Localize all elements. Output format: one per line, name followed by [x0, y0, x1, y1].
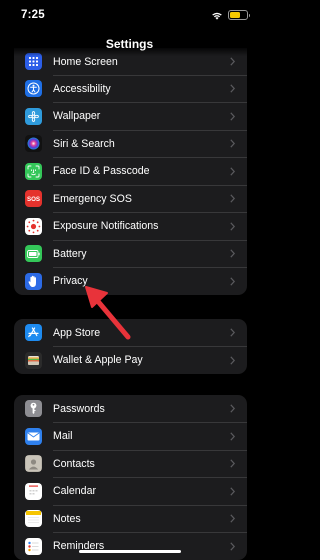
battery-status-icon: [228, 10, 250, 20]
settings-row-exposure-notifications[interactable]: Exposure Notifications: [14, 213, 247, 241]
chevron-right-icon: [230, 194, 235, 203]
settings-row-label: Passwords: [53, 402, 105, 415]
settings-row-notes[interactable]: Notes: [14, 505, 247, 533]
wifi-icon: [211, 11, 223, 20]
settings-group-general: Home Screen Accessibility Wallpaper Siri…: [14, 48, 247, 295]
chevron-right-icon: [230, 166, 235, 176]
battery-level-fill: [230, 12, 240, 18]
chevron-right-icon: [230, 84, 235, 93]
contacts-icon: [25, 455, 42, 473]
settings-row-battery[interactable]: Battery: [14, 240, 247, 268]
settings-row-mail[interactable]: Mail: [14, 423, 247, 451]
chevron-right-icon: [230, 486, 235, 496]
settings-group-apps: Passwords Mail Contacts Calendar Notes R…: [14, 395, 247, 560]
settings-row-label: Wallpaper: [53, 110, 101, 123]
notes-icon: [25, 510, 42, 528]
status-time: 7:25: [21, 9, 45, 21]
reminders-icon: [25, 537, 42, 555]
chevron-right-icon: [230, 57, 235, 66]
settings-row-wallet[interactable]: Wallet & Apple Pay: [14, 347, 247, 375]
app-store-icon: [25, 324, 42, 342]
chevron-right-icon: [230, 541, 235, 551]
page-title: Settings: [105, 37, 154, 51]
chevron-right-icon: [230, 111, 235, 121]
chevron-right-icon: [230, 431, 235, 441]
status-icons: [211, 10, 250, 20]
settings-row-wallpaper[interactable]: Wallpaper: [14, 103, 247, 131]
chevron-right-icon: [230, 139, 235, 148]
settings-row-label: Emergency SOS: [53, 192, 132, 205]
svg-text:SOS: SOS: [27, 196, 40, 203]
settings-row-accessibility[interactable]: Accessibility: [14, 75, 247, 103]
settings-row-label: Home Screen: [53, 55, 118, 68]
status-bar: 7:25: [0, 0, 259, 30]
chevron-right-icon: [230, 459, 235, 468]
settings-row-label: Contacts: [53, 457, 95, 470]
settings-row-label: Wallet & Apple Pay: [53, 354, 143, 367]
settings-row-label: Notes: [53, 512, 81, 525]
wallet-icon: [25, 351, 42, 369]
settings-row-face-id[interactable]: Face ID & Passcode: [14, 158, 247, 186]
exposure-icon: [25, 217, 42, 235]
chevron-right-icon: [230, 221, 235, 231]
mail-icon: [25, 427, 42, 445]
settings-row-label: Exposure Notifications: [53, 220, 159, 233]
settings-row-reminders[interactable]: Reminders: [14, 533, 247, 560]
settings-row-siri-search[interactable]: Siri & Search: [14, 130, 247, 158]
privacy-hand-icon: [25, 272, 42, 290]
calendar-icon: [25, 482, 42, 500]
wallpaper-icon: [25, 107, 42, 125]
chevron-right-icon: [230, 249, 235, 258]
face-id-icon: [25, 162, 42, 180]
settings-row-label: Calendar: [53, 485, 96, 498]
settings-row-label: Accessibility: [53, 82, 111, 95]
home-indicator[interactable]: [79, 549, 181, 553]
settings-row-label: Mail: [53, 430, 73, 443]
chevron-right-icon: [230, 328, 235, 337]
settings-screen: Home Screen Accessibility Wallpaper Siri…: [0, 0, 259, 560]
settings-row-passwords[interactable]: Passwords: [14, 395, 247, 423]
sos-icon: SOS: [25, 190, 42, 208]
settings-row-emergency-sos[interactable]: SOS Emergency SOS: [14, 185, 247, 213]
battery-settings-icon: [25, 245, 42, 263]
settings-row-label: Face ID & Passcode: [53, 165, 150, 178]
settings-row-contacts[interactable]: Contacts: [14, 450, 247, 478]
annotation-arrow-icon: [85, 286, 131, 340]
chevron-right-icon: [230, 276, 235, 286]
chevron-right-icon: [230, 404, 235, 413]
settings-row-label: Siri & Search: [53, 137, 115, 150]
chevron-right-icon: [230, 355, 235, 365]
siri-icon: [25, 135, 42, 153]
settings-row-label: Battery: [53, 247, 87, 260]
accessibility-icon: [25, 80, 42, 98]
key-icon: [25, 400, 42, 418]
chevron-right-icon: [230, 514, 235, 523]
settings-row-calendar[interactable]: Calendar: [14, 478, 247, 506]
